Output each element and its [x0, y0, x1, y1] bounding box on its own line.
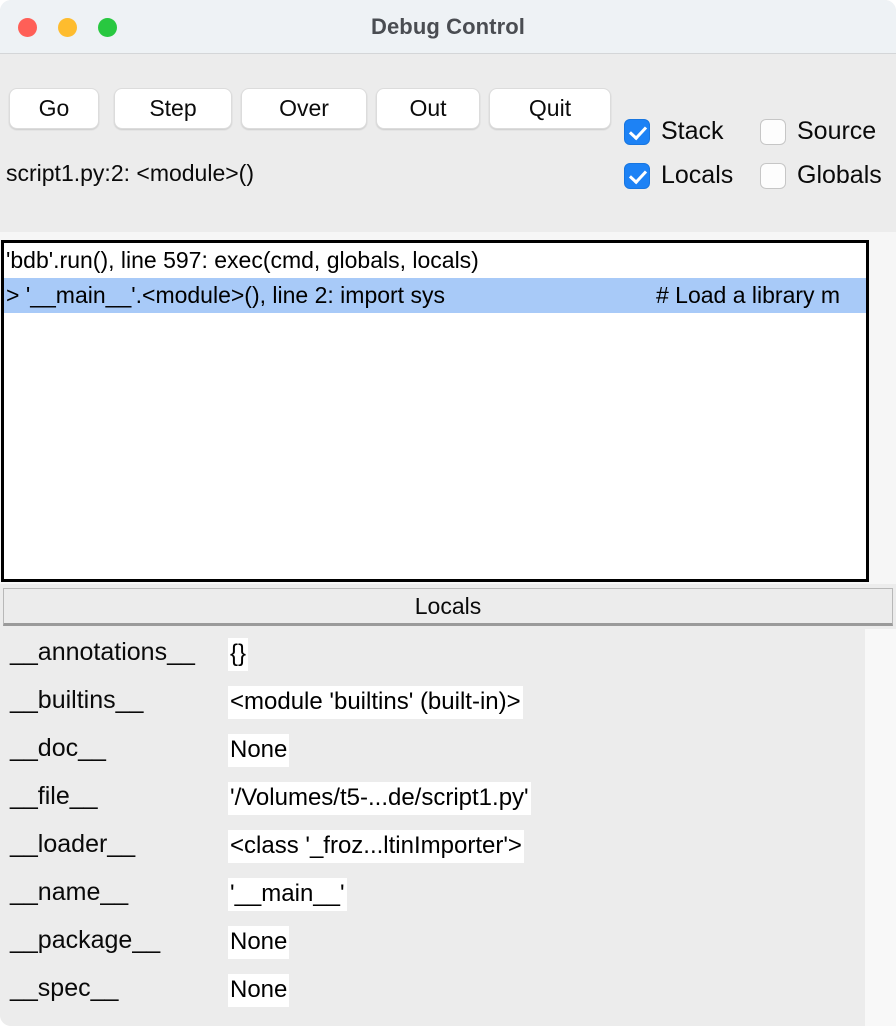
quit-button[interactable]: Quit	[489, 88, 611, 129]
stack-panel: 'bdb'.run(), line 597: exec(cmd, globals…	[0, 232, 896, 584]
checkbox-globals-label: Globals	[797, 161, 882, 189]
local-name: __loader__	[10, 830, 136, 858]
checkbox-stack[interactable]: Stack	[624, 117, 724, 146]
stack-row-comment: # Load a library m	[656, 282, 841, 308]
stack-listbox[interactable]: 'bdb'.run(), line 597: exec(cmd, globals…	[1, 240, 869, 582]
local-name: __doc__	[10, 734, 106, 762]
table-row[interactable]: __package__ None	[0, 917, 896, 965]
local-name: __package__	[10, 926, 161, 954]
checkbox-unchecked-icon[interactable]	[760, 162, 786, 189]
local-name: __name__	[10, 878, 129, 906]
step-button[interactable]: Step	[114, 88, 232, 129]
over-button[interactable]: Over	[241, 88, 367, 129]
checkbox-locals[interactable]: Locals	[624, 161, 733, 190]
local-value: <class '_froz...ltinImporter'>	[228, 830, 524, 863]
checkbox-unchecked-icon[interactable]	[760, 118, 786, 145]
checkbox-globals[interactable]: Globals	[760, 161, 882, 190]
out-button[interactable]: Out	[376, 88, 480, 129]
table-row[interactable]: __annotations__ {}	[0, 629, 896, 677]
debug-toolbar: Go Step Over Out Quit Stack Locals Sourc…	[0, 54, 896, 189]
stack-row[interactable]: > '__main__'.<module>(), line 2: import …	[4, 278, 866, 313]
debug-control-window: Debug Control Go Step Over Out Quit Stac…	[0, 0, 896, 1026]
stack-row[interactable]: 'bdb'.run(), line 597: exec(cmd, globals…	[4, 243, 866, 278]
locals-panel-header: Locals	[3, 588, 893, 626]
window-title: Debug Control	[370, 14, 526, 39]
local-value: <module 'builtins' (built-in)>	[228, 686, 523, 719]
table-row[interactable]: __file__ '/Volumes/t5-...de/script1.py'	[0, 773, 896, 821]
local-value: None	[228, 974, 290, 1007]
table-row[interactable]: __name__ '__main__'	[0, 869, 896, 917]
local-name: __spec__	[10, 974, 119, 1002]
locals-table[interactable]: __annotations__ {} __builtins__ <module …	[0, 629, 896, 1026]
table-row[interactable]: __builtins__ <module 'builtins' (built-i…	[0, 677, 896, 725]
local-name: __annotations__	[10, 638, 195, 666]
checkbox-stack-label: Stack	[661, 117, 724, 145]
local-value: None	[228, 734, 290, 767]
window-titlebar: Debug Control	[0, 0, 896, 54]
go-button[interactable]: Go	[9, 88, 99, 129]
checkbox-source-label: Source	[797, 117, 877, 145]
stack-row-text: > '__main__'.<module>(), line 2: import …	[6, 282, 445, 308]
checkbox-locals-label: Locals	[661, 161, 734, 189]
local-name: __builtins__	[10, 686, 144, 714]
checkbox-checked-icon[interactable]	[624, 118, 650, 145]
checkbox-checked-icon[interactable]	[624, 162, 650, 189]
local-value: {}	[228, 638, 249, 671]
table-row[interactable]: __spec__ None	[0, 965, 896, 1013]
table-row[interactable]: __loader__ <class '_froz...ltinImporter'…	[0, 821, 896, 869]
stack-row-text: 'bdb'.run(), line 597: exec(cmd, globals…	[6, 247, 479, 273]
local-name: __file__	[10, 782, 98, 810]
table-row[interactable]: __doc__ None	[0, 725, 896, 773]
local-value: '/Volumes/t5-...de/script1.py'	[228, 782, 531, 815]
local-value: None	[228, 926, 290, 959]
checkbox-source[interactable]: Source	[760, 117, 876, 146]
local-value: '__main__'	[228, 878, 347, 911]
current-location-status: script1.py:2: <module>()	[6, 160, 255, 186]
